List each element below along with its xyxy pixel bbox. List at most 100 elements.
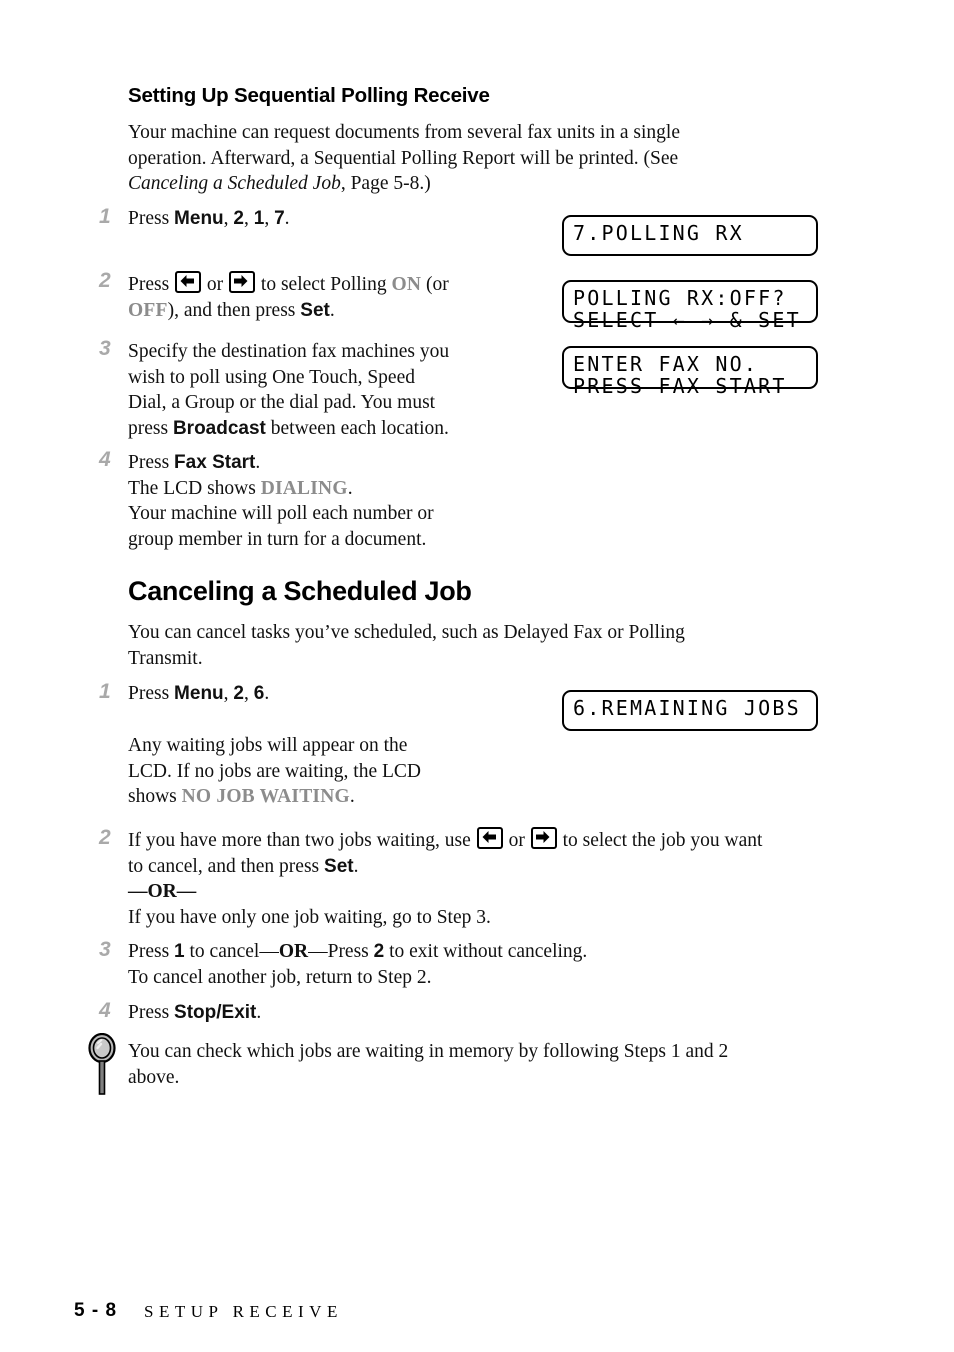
step-sep: , (223, 683, 234, 704)
step-text: The LCD shows (128, 477, 261, 499)
step-number: 1 (99, 205, 111, 228)
lcd-line: 6.REMAINING JOBS (573, 696, 801, 720)
step-period: . (349, 786, 355, 807)
step-text: to cancel, and then press (128, 855, 325, 877)
step-text: (or (421, 274, 449, 295)
step-text: Press (128, 1002, 175, 1023)
note-line: Any waiting jobs will appear on the (128, 735, 408, 756)
key-set: Set (300, 299, 330, 321)
step-number: 1 (99, 680, 111, 703)
step-text: Press (128, 274, 175, 295)
canceling-note-paragraph: Any waiting jobs will appear on the LCD.… (128, 733, 528, 810)
step-text: Your machine will poll each number or (128, 503, 434, 524)
canceling-intro-line-2: Transmit. (128, 647, 203, 669)
canceling-step-4-text: Press Stop/Exit. (128, 1000, 528, 1026)
step-text: or (503, 830, 530, 851)
canceling-intro-paragraph: You can cancel tasks you’ve scheduled, s… (128, 620, 848, 671)
key-menu: Menu (174, 683, 224, 704)
step-sep: , (264, 208, 275, 229)
lcd-term-on: ON (391, 274, 422, 295)
polling-step-2-text: Press or to select Polling ON (or OFF), a… (128, 271, 538, 323)
lcd-line: POLLING RX:OFF? (573, 286, 787, 310)
step-text: Press (128, 941, 175, 962)
lcd-line: PRESS FAX START (573, 374, 787, 398)
polling-intro-line-2: operation. Afterward, a Sequential Polli… (128, 147, 679, 169)
step-text: group member in turn for a document. (128, 528, 427, 550)
key-set: Set (324, 855, 354, 877)
polling-intro-paragraph: Your machine can request documents from … (128, 120, 828, 197)
step-period: . (284, 208, 290, 229)
key-2: 2 (233, 208, 244, 229)
step-text: Specify the destination fax machines you (128, 341, 450, 362)
canceling-step-3-text: Press 1 to cancel—OR—Press 2 to exit wit… (128, 939, 858, 990)
or-separator: OR (278, 941, 309, 962)
lcd-line: ENTER FAX NO. (573, 352, 759, 376)
key-1: 1 (174, 941, 185, 962)
lcd-term-dialing: DIALING (260, 477, 348, 499)
step-text: or (202, 274, 229, 295)
left-arrow-key-icon (175, 271, 202, 293)
key-1: 1 (253, 208, 265, 229)
step-number: 2 (99, 269, 111, 292)
step-text: Dial, a Group or the dial pad. You must (128, 392, 436, 413)
step-sep: , (243, 208, 254, 229)
step-text: If you have only one job waiting, go to … (128, 906, 491, 928)
key-menu: Menu (174, 208, 224, 229)
step-number: 2 (99, 826, 111, 849)
step-number: 4 (99, 448, 111, 471)
footer-page-number: 5 - 8 (74, 1300, 118, 1321)
step-number: 3 (99, 938, 111, 961)
page-title: Canceling a Scheduled Job (128, 576, 472, 606)
footer-section-name: SETUP RECEIVE (144, 1302, 343, 1321)
lcd-term-no-job-waiting: NO JOB WAITING (181, 786, 350, 807)
key-2: 2 (233, 683, 244, 704)
step-text: between each location. (265, 417, 449, 439)
polling-intro-line-3-tail: , Page 5-8.) (340, 173, 431, 194)
step-text: to cancel— (184, 941, 279, 962)
key-7: 7 (274, 208, 285, 229)
or-separator: —OR— (128, 881, 197, 902)
right-arrow-key-icon (229, 271, 256, 293)
polling-intro-cross-reference: Canceling a Scheduled Job (128, 173, 341, 194)
step-sep: , (223, 208, 234, 229)
polling-step-1-text: Press Menu, 2, 1, 7. (128, 206, 528, 232)
step-period: . (347, 477, 353, 499)
step-text: ), and then press (167, 299, 301, 321)
key-2: 2 (373, 941, 385, 962)
manual-page: Setting Up Sequential Polling Receive Yo… (0, 0, 954, 1352)
key-6: 6 (253, 683, 265, 704)
step-text: press (128, 417, 173, 439)
note-line: shows (128, 786, 182, 807)
key-fax-start: Fax Start (174, 452, 256, 473)
step-period: . (329, 299, 335, 321)
left-arrow-key-icon (476, 827, 503, 849)
lcd-panel-remaining-jobs: 6.REMAINING JOBS (562, 690, 818, 731)
step-period: . (255, 452, 261, 473)
step-text: wish to poll using One Touch, Speed (128, 366, 415, 388)
step-period: . (264, 683, 270, 704)
step-text: to select the job you want (557, 830, 763, 851)
step-sep: , (243, 683, 254, 704)
canceling-step-1-text: Press Menu, 2, 6. (128, 681, 528, 707)
section-heading: Setting Up Sequential Polling Receive (128, 84, 490, 107)
step-text: Press (128, 208, 175, 229)
step-text: Press (128, 452, 175, 473)
step-number: 4 (99, 999, 111, 1022)
step-number: 3 (99, 337, 111, 360)
polling-step-3-text: Specify the destination fax machines you… (128, 339, 528, 441)
lcd-panel-polling-rx: 7.POLLING RX (562, 215, 818, 256)
magnifying-glass-icon (88, 1032, 122, 1099)
step-period: . (353, 855, 359, 877)
step-text: —Press (308, 941, 374, 962)
tip-line: You can check which jobs are waiting in … (128, 1041, 729, 1062)
step-text: to exit without canceling. (384, 941, 588, 962)
lcd-panel-enter-fax-no: ENTER FAX NO. PRESS FAX START (562, 346, 818, 397)
step-text: If you have more than two jobs waiting, … (128, 830, 476, 851)
canceling-intro-line-1: You can cancel tasks you’ve scheduled, s… (128, 622, 685, 643)
lcd-panel-polling-rx-off: POLLING RX:OFF? SELECT ← → & SET (562, 280, 818, 331)
tip-line: above. (128, 1066, 180, 1088)
lcd-line: 7.POLLING RX (573, 221, 744, 245)
canceling-step-2-text: If you have more than two jobs waiting, … (128, 827, 858, 930)
note-line: LCD. If no jobs are waiting, the LCD (128, 760, 421, 782)
step-text: Press (128, 683, 175, 704)
